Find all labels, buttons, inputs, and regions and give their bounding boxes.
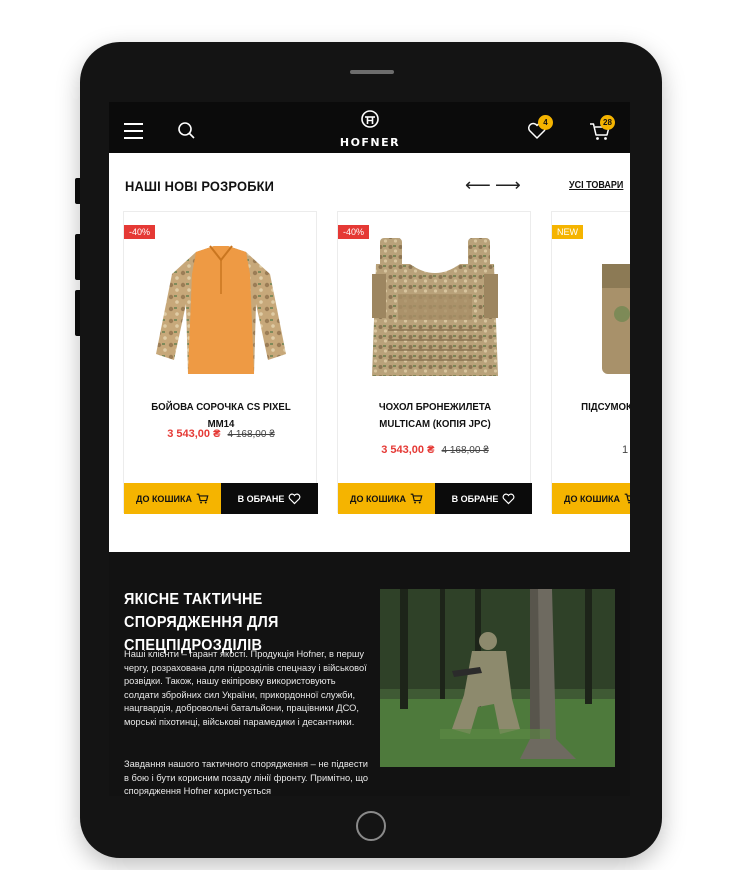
about-paragraph: Завдання нашого тактичного спорядження –… — [124, 759, 369, 796]
favorites-count-badge: 4 — [538, 115, 553, 130]
section-title: НАШІ НОВІ РОЗРОБКИ — [125, 178, 275, 194]
add-to-cart-label: ДО КОШИКА — [564, 493, 620, 504]
cart-count-badge: 28 — [600, 115, 615, 130]
cart-icon — [196, 493, 209, 504]
tablet-side-button — [75, 178, 80, 204]
new-tag: NEW — [552, 225, 583, 239]
cart-icon — [624, 493, 630, 504]
tablet-home-button[interactable] — [356, 811, 386, 841]
logo[interactable]: HOFNER — [331, 110, 409, 149]
add-to-favorites-button[interactable]: В ОБРАНЕ — [221, 483, 318, 514]
product-image-plate-carrier[interactable] — [358, 234, 512, 384]
soldier-forest-photo — [380, 589, 615, 767]
carousel-prev-arrow[interactable]: ⟵ — [465, 176, 491, 194]
old-price: 4 168,00 ₴ — [227, 429, 275, 440]
add-to-favorites-label: В ОБРАНЕ — [451, 493, 499, 504]
product-price: 3 543,00 ₴ 4 168,00 ₴ — [124, 428, 318, 440]
add-to-favorites-label: В ОБРАНЕ — [237, 493, 285, 504]
add-to-cart-button[interactable]: ДО КОШИКА — [552, 483, 630, 514]
add-to-cart-button[interactable]: ДО КОШИКА — [338, 483, 435, 514]
about-section: ЯКІСНЕ ТАКТИЧНЕ СПОРЯДЖЕННЯ ДЛЯ СПЕЦПІДР… — [109, 552, 630, 796]
product-image-pouch[interactable] — [592, 234, 630, 384]
heart-icon — [502, 493, 515, 504]
product-card[interactable]: NEW ПІДСУМОК М 1 ДО КОШИКА — [551, 211, 630, 514]
search-icon[interactable] — [177, 121, 196, 140]
product-card[interactable]: -40% БОЙОВА СОРОЧКА CS PIXEL MM14 3 543,… — [123, 211, 318, 514]
current-price: 3 543,00 ₴ — [167, 428, 221, 440]
logo-text: HOFNER — [339, 136, 401, 149]
tablet-volume-up — [75, 234, 80, 280]
heart-icon — [288, 493, 301, 504]
tablet-screen: HOFNER 4 28 НАШІ НОВІ РОЗРОБКИ ⟵ ⟶ УСІ Т… — [109, 102, 630, 796]
about-paragraph: Наші клієнти – гарант якості. Продукція … — [124, 649, 367, 727]
product-price: 1 — [622, 444, 630, 456]
product-image-combat-shirt[interactable] — [144, 234, 298, 384]
add-to-favorites-button[interactable]: В ОБРАНЕ — [435, 483, 532, 514]
tablet-speaker — [350, 70, 394, 74]
menu-icon[interactable] — [124, 123, 143, 139]
add-to-cart-label: ДО КОШИКА — [136, 493, 192, 504]
tablet-volume-down — [75, 290, 80, 336]
site-header: HOFNER 4 28 — [109, 102, 630, 153]
logo-mark-icon — [361, 110, 379, 128]
product-name[interactable]: ЧОХОЛ БРОНЕЖИЛЕТА MULTICAM (КОПІЯ JPC) — [353, 399, 517, 433]
all-products-link[interactable]: УСІ ТОВАРИ — [569, 180, 623, 191]
current-price: 3 543,00 ₴ — [381, 444, 435, 456]
product-name[interactable]: ПІДСУМОК М — [581, 399, 630, 416]
current-price: 1 — [622, 444, 629, 456]
add-to-cart-label: ДО КОШИКА — [350, 493, 406, 504]
product-price: 3 543,00 ₴ 4 168,00 ₴ — [338, 444, 532, 456]
about-title: ЯКІСНЕ ТАКТИЧНЕ СПОРЯДЖЕННЯ ДЛЯ СПЕЦПІДР… — [124, 591, 279, 654]
add-to-cart-button[interactable]: ДО КОШИКА — [124, 483, 221, 514]
old-price: 4 168,00 ₴ — [441, 445, 489, 456]
cart-icon — [410, 493, 423, 504]
product-card[interactable]: -40% ЧОХОЛ БРОНЕЖИЛЕТА MULTICAM (КОПІЯ J… — [337, 211, 532, 514]
carousel-next-arrow[interactable]: ⟶ — [495, 176, 521, 194]
